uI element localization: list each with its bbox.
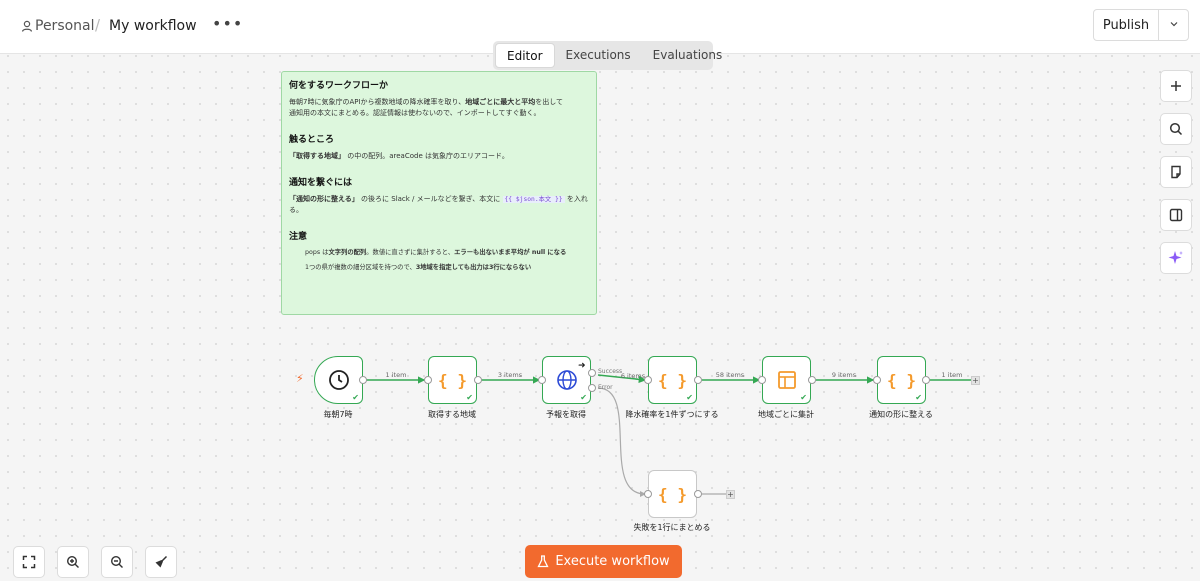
output-port[interactable]: [474, 376, 482, 384]
sticky-note-button[interactable]: [1160, 156, 1192, 188]
output-port[interactable]: [808, 376, 816, 384]
fit-view-button[interactable]: [13, 546, 45, 578]
execute-workflow-button[interactable]: Execute workflow: [525, 545, 682, 578]
input-port[interactable]: [644, 376, 652, 384]
edge-count-label: 1 item: [385, 371, 407, 379]
broom-icon: [155, 555, 168, 568]
node-code[interactable]: { } ✔: [428, 356, 477, 404]
node-label: 降水確率を1件ずつにする: [625, 410, 719, 419]
code-braces-icon: { }: [887, 370, 916, 390]
node-code[interactable]: { } ✔: [648, 356, 697, 404]
canvas-zoom-toolbar: [13, 546, 189, 578]
plus-icon: [1171, 81, 1181, 91]
execute-workflow-label[interactable]: Execute workflow: [555, 554, 669, 569]
error-output-label: Error: [598, 384, 613, 391]
sparkle-icon: [1168, 251, 1183, 264]
node-code[interactable]: { } ✔: [877, 356, 926, 404]
output-port[interactable]: [694, 376, 702, 384]
connection-line[interactable]: [597, 387, 646, 497]
node-aggregate[interactable]: ✔: [762, 356, 811, 404]
flask-icon: [537, 555, 549, 568]
tidy-up-button[interactable]: [145, 546, 177, 578]
node-code-error-handler[interactable]: { }: [648, 470, 697, 518]
success-check-icon: ✔: [686, 393, 693, 402]
clock-icon: [328, 370, 349, 390]
globe-icon: [556, 370, 577, 390]
output-port[interactable]: [694, 490, 702, 498]
error-output-port[interactable]: [588, 384, 596, 392]
code-braces-icon: { }: [658, 370, 687, 390]
sticky-note-icon: [1171, 165, 1181, 179]
table-icon: [777, 371, 796, 389]
fit-view-icon: [22, 555, 36, 569]
node-trigger[interactable]: ✔: [314, 356, 363, 404]
input-port[interactable]: [538, 376, 546, 384]
input-port[interactable]: [644, 490, 652, 498]
edge-count-label: 58 items: [715, 371, 745, 379]
canvas-side-toolbar: [1160, 70, 1193, 285]
search-icon: [1169, 122, 1183, 136]
success-output-port[interactable]: [588, 369, 596, 377]
zoom-in-button[interactable]: [57, 546, 89, 578]
add-node-button[interactable]: [1160, 70, 1192, 102]
node-label: 予報を取得: [546, 410, 586, 419]
success-check-icon: ✔: [915, 393, 922, 402]
input-port[interactable]: [424, 376, 432, 384]
node-label: 失敗を1行にまとめる: [633, 523, 711, 532]
trigger-bolt-icon: ⚡: [296, 372, 304, 385]
add-node-plus-icon[interactable]: +: [971, 376, 980, 385]
zoom-out-icon: [110, 555, 123, 568]
code-braces-icon: { }: [438, 370, 467, 390]
side-panel-icon: [1169, 208, 1183, 222]
input-port[interactable]: [758, 376, 766, 384]
zoom-out-button[interactable]: [101, 546, 133, 578]
node-label: 取得する地域: [428, 410, 476, 419]
edge-count-label: 3 items: [497, 371, 523, 379]
success-check-icon: ✔: [800, 393, 807, 402]
output-port[interactable]: [359, 376, 367, 384]
success-check-icon: ✔: [580, 393, 587, 402]
toggle-panel-button[interactable]: [1160, 199, 1192, 231]
input-port[interactable]: [873, 376, 881, 384]
output-port[interactable]: [922, 376, 930, 384]
search-button[interactable]: [1160, 113, 1192, 145]
node-label: 毎朝7時: [323, 410, 353, 419]
success-check-icon: ✔: [466, 393, 473, 402]
zoom-in-icon: [66, 555, 79, 568]
edge-count-label: 1 item: [941, 371, 963, 379]
node-label: 地域ごとに集計: [758, 410, 814, 419]
connections-layer: [366, 374, 971, 497]
success-check-icon: ✔: [352, 393, 359, 402]
output-arrow-icon: ➜: [578, 361, 586, 371]
edge-count-label: 9 items: [831, 371, 857, 379]
ai-assistant-button[interactable]: [1160, 242, 1192, 274]
add-node-plus-icon[interactable]: +: [726, 490, 735, 499]
code-braces-icon: { }: [658, 484, 687, 504]
node-label: 通知の形に整える: [869, 410, 933, 419]
